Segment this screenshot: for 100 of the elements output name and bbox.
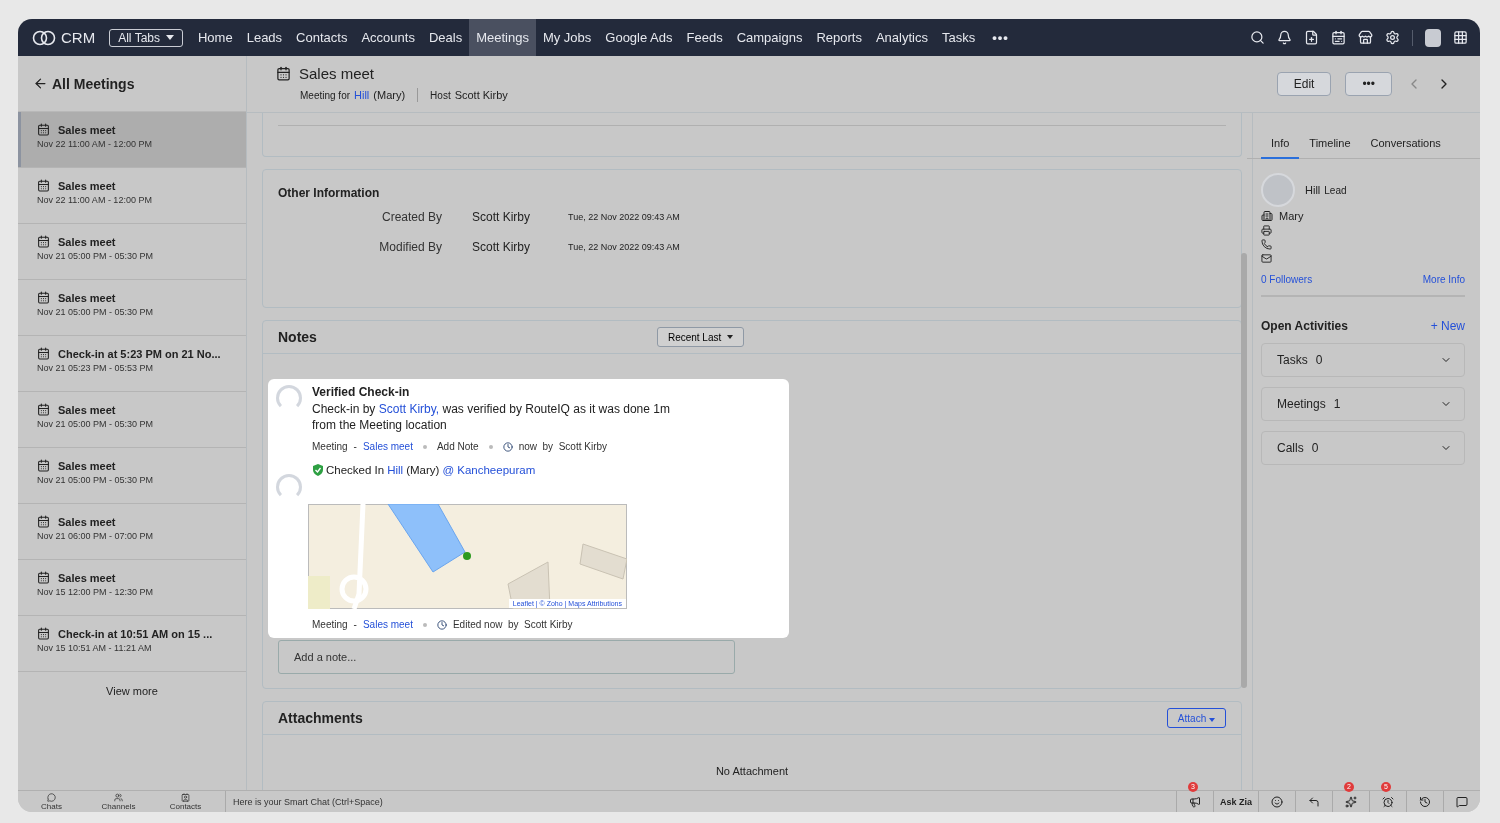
megaphone-icon (1189, 795, 1201, 808)
calendar-icon (37, 291, 50, 304)
more-button[interactable]: ••• (1345, 72, 1392, 96)
meeting-title: Sales meet (58, 515, 116, 528)
nav-tab[interactable]: Accounts (354, 19, 422, 56)
nav-tab[interactable]: Analytics (868, 19, 935, 56)
field-value: Scott Kirby (472, 210, 532, 224)
scrollbar[interactable] (1241, 253, 1247, 688)
calendar-icon (37, 235, 50, 248)
bell-icon[interactable] (1277, 30, 1292, 45)
followers-link[interactable]: 0 Followers (1261, 274, 1313, 285)
sort-dropdown[interactable]: Recent Last (656, 327, 745, 347)
all-tabs-button[interactable]: All Tabs (109, 28, 183, 47)
nav-tab[interactable]: Feeds (679, 19, 730, 56)
history-icon (1419, 795, 1431, 808)
meeting-time: Nov 15 12:00 PM - 12:30 PM (37, 587, 155, 597)
nav-tab[interactable]: Google Ads (598, 19, 680, 56)
user-avatar[interactable] (1425, 28, 1441, 47)
activity-label: Meetings (1277, 397, 1326, 411)
meeting-for-label: Meeting for (300, 89, 351, 101)
field-label: Modified By (378, 240, 442, 254)
nav-tab[interactable]: Home (191, 19, 240, 56)
activity-label: Calls (1277, 441, 1304, 455)
toolbar-button[interactable] (1443, 790, 1480, 812)
record-link[interactable]: Sales meet (362, 441, 413, 452)
meeting-time: Nov 21 05:00 PM - 05:30 PM (37, 307, 155, 317)
host-label: Host (430, 89, 451, 101)
activity-group[interactable]: Calls 0 (1261, 431, 1465, 465)
meeting-title: Sales meet (58, 403, 116, 416)
more-info-link[interactable]: More Info (1422, 274, 1465, 285)
lead-link[interactable]: Hill (387, 464, 404, 476)
checkin-label: Checked In (326, 464, 385, 476)
edited-time: Edited now by Scott Kirby (452, 619, 573, 630)
note-text: Check-in by Scott Kirby, was verified by RouteIQ as it was done 1m from the Meeting location (312, 401, 671, 433)
activity-group[interactable]: Tasks 0 (1261, 343, 1465, 377)
clock-icon (502, 441, 513, 452)
note-input[interactable]: Add a note... (278, 640, 735, 674)
meeting-title: Sales meet (58, 291, 116, 304)
new-activity-link[interactable]: + New (1430, 319, 1465, 333)
chat-app-button[interactable]: Contacts (152, 792, 219, 811)
panel-tab[interactable]: Conversations (1360, 133, 1451, 159)
nav-tab[interactable]: Leads (239, 19, 290, 56)
calendar-icon (37, 459, 50, 472)
nav-tab[interactable]: Meetings (469, 19, 536, 56)
people-icon (114, 792, 123, 802)
meeting-title: Sales meet (58, 123, 116, 136)
nav-tab[interactable]: Deals (421, 19, 470, 56)
add-file-icon[interactable] (1304, 30, 1319, 45)
activity-label: Tasks (1277, 353, 1308, 367)
panel-tab[interactable]: Info (1261, 133, 1300, 159)
activity-group[interactable]: Meetings 1 (1261, 387, 1465, 421)
calendar-icon (276, 66, 291, 81)
section-title: Open Activities (1261, 319, 1348, 333)
calendar-icon (37, 347, 50, 360)
record-title: Sales meet (299, 65, 375, 82)
meeting-list-item[interactable]: Sales meet Nov 22 11:00 AM - 12:00 PM (18, 112, 246, 168)
nav-tab[interactable]: Contacts (289, 19, 355, 56)
nav-tab[interactable]: My Jobs (535, 19, 599, 56)
apps-grid-icon[interactable] (1453, 30, 1468, 45)
more-tabs-button[interactable]: ••• (982, 30, 1019, 45)
calendar-icon (37, 515, 50, 528)
smart-chat-bar[interactable]: Here is your Smart Chat (Ctrl+Space) (225, 790, 383, 812)
clock-icon (436, 619, 447, 630)
section-title: Attachments (278, 710, 363, 726)
activity-count: 0 (1311, 441, 1319, 455)
nav-tab[interactable]: Reports (809, 19, 869, 56)
chat-app-button[interactable]: Channels (85, 792, 152, 811)
alarm-clock-icon (1382, 795, 1394, 808)
building-icon (1261, 210, 1273, 222)
lead-company: (Mary) (406, 464, 440, 476)
caret-icon (727, 335, 734, 339)
search-icon[interactable] (1250, 30, 1265, 45)
nav-tab[interactable]: Campaigns (729, 19, 810, 56)
logo-icon (32, 29, 56, 46)
meeting-time: Nov 21 05:00 PM - 05:30 PM (37, 475, 155, 485)
phone-icon (1261, 239, 1272, 250)
attach-button[interactable]: Attach (1166, 708, 1226, 728)
add-note-link[interactable]: Add Note (436, 441, 479, 452)
panel-tab[interactable]: Timeline (1299, 133, 1361, 159)
calendar-icon[interactable] (1331, 30, 1346, 45)
settings-icon[interactable] (1385, 30, 1400, 45)
smile-icon (1271, 795, 1283, 808)
meeting-time: Nov 21 06:00 PM - 07:00 PM (37, 531, 155, 541)
store-icon[interactable] (1358, 30, 1373, 45)
edit-button[interactable]: Edit (1276, 72, 1332, 96)
nav-tab[interactable]: Tasks (935, 19, 983, 56)
section-title: Notes (278, 329, 317, 345)
record-link[interactable]: Sales meet (362, 619, 413, 630)
reply-icon (1308, 795, 1320, 808)
view-more-link[interactable]: View more (18, 672, 246, 697)
contact-tag: Lead (1324, 184, 1347, 196)
location-link[interactable]: @ Kancheepuram (442, 464, 536, 476)
chat-app-button[interactable]: Chats (18, 792, 85, 811)
chat-bubble-icon (47, 792, 56, 802)
meeting-time: Nov 21 05:00 PM - 05:30 PM (37, 419, 155, 429)
contact-card-icon (181, 792, 190, 802)
user-link[interactable]: Scott Kirby, (378, 402, 440, 416)
meeting-title: Check-in at 10:51 AM on 15 ... (58, 627, 213, 640)
meeting-time: Nov 22 11:00 AM - 12:00 PM (37, 195, 153, 205)
lead-link[interactable]: Hill (354, 89, 370, 101)
